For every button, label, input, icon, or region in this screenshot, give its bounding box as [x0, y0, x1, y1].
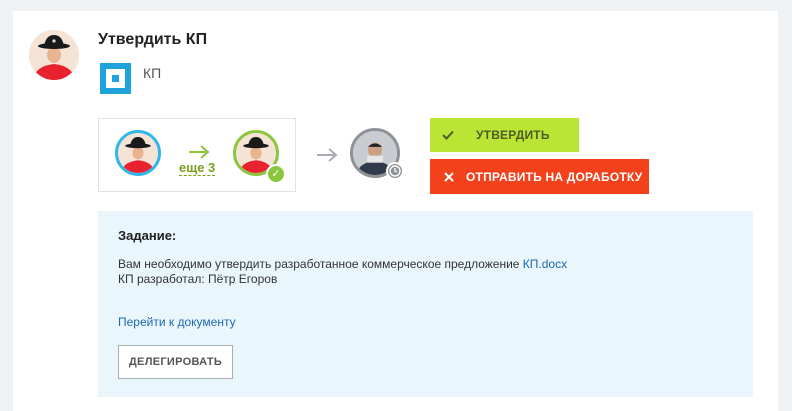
task-heading: Задание: [118, 228, 177, 243]
close-icon [444, 171, 454, 182]
attachment-name: КП [143, 64, 162, 81]
author-avatar [29, 30, 79, 80]
approve-button-label: УТВЕРДИТЬ [476, 128, 550, 142]
send-for-revision-button[interactable]: ОТПРАВИТЬ НА ДОРАБОТКУ [430, 159, 649, 194]
page-title: Утвердить КП [98, 31, 208, 48]
task-author: КП разработал: Пётр Егоров [118, 272, 278, 286]
approval-chain-box: еще 3 ✓ [98, 118, 296, 192]
check-icon: ✓ [266, 164, 286, 184]
arrow-right-icon [189, 145, 210, 159]
go-to-document-link[interactable]: Перейти к документу [118, 315, 236, 329]
task-description: Вам необходимо утвердить разработанное к… [118, 257, 567, 271]
send-for-revision-label: ОТПРАВИТЬ НА ДОРАБОТКУ [466, 169, 643, 184]
arrow-right-icon [317, 148, 338, 162]
approve-button[interactable]: УТВЕРДИТЬ [430, 118, 579, 152]
task-panel: Задание: Вам необходимо утвердить разраб… [98, 211, 753, 397]
task-description-text: Вам необходимо утвердить разработанное к… [118, 257, 523, 271]
approver-avatar-current[interactable] [115, 130, 161, 176]
document-link[interactable]: КП.docx [523, 257, 567, 271]
more-approvers-link[interactable]: еще 3 [179, 161, 216, 176]
clock-icon [386, 162, 404, 180]
check-icon [442, 130, 454, 140]
delegate-button[interactable]: ДЕЛЕГИРОВАТЬ [118, 345, 233, 379]
document-icon [100, 63, 131, 94]
attachment[interactable]: КП [100, 63, 161, 94]
